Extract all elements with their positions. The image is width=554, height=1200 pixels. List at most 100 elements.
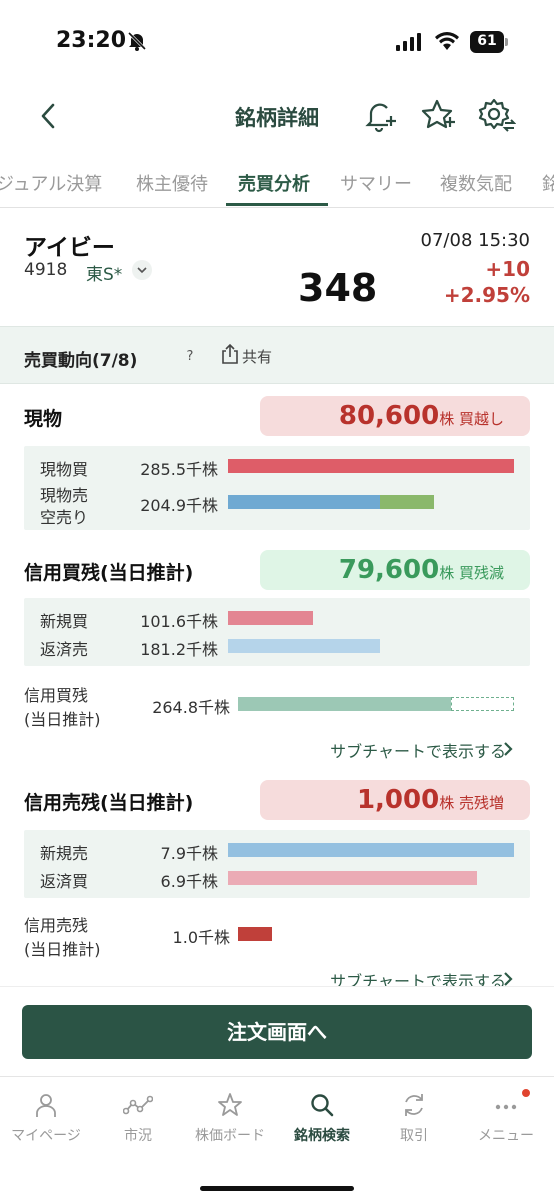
more-icon: [495, 1104, 517, 1110]
repay-sell-value: 181.2千株: [140, 640, 218, 659]
new-buy-value: 101.6千株: [140, 612, 218, 631]
margin-buy-section-title: 信用買残(当日推計): [24, 562, 194, 584]
margin-buy-rows: 新規買 101.6千株 返済売 181.2千株: [24, 598, 530, 666]
margin-sell-total-bar: [238, 927, 272, 941]
tab-trading-analysis[interactable]: 売買分析: [238, 170, 310, 196]
spot-net-badge: 80,600株 買越し: [260, 396, 530, 436]
new-sell-bar: [228, 843, 514, 857]
battery-icon: 61: [470, 31, 508, 53]
nav-label: 株価ボード: [195, 1128, 265, 1144]
margin-buy-net-value: 79,600: [338, 555, 440, 585]
new-sell-value: 7.9千株: [160, 844, 218, 863]
margin-buy-total-sublabel: (当日推計): [24, 710, 101, 729]
nav-trade[interactable]: 取引: [368, 1091, 460, 1151]
nav-stock-board[interactable]: 株価ボード: [184, 1091, 276, 1151]
signal-icon: [396, 33, 421, 51]
stock-price: 348: [298, 266, 378, 310]
repay-sell-bar: [228, 639, 380, 653]
battery-level: 61: [477, 33, 497, 49]
margin-sell-total-sublabel: (当日推計): [24, 940, 101, 959]
refresh-icon: [405, 1094, 423, 1116]
margin-sell-badge: 1,000株 売残増: [260, 780, 530, 820]
spot-sell-bar: [228, 495, 380, 509]
spot-sell-label: 現物売: [40, 486, 89, 505]
spot-buy-label: 現物買: [40, 460, 89, 479]
stock-code: 4918: [24, 260, 68, 280]
spot-net-value: 80,600: [338, 401, 440, 431]
tab-shareholder-benefits[interactable]: 株主優待: [136, 170, 208, 196]
repay-buy-label: 返済買: [40, 872, 89, 891]
repay-sell-label: 返済売: [40, 640, 89, 659]
status-bar: 23:20 61: [0, 0, 554, 84]
market-selector[interactable]: 東S*: [86, 260, 122, 285]
status-time: 23:20: [56, 28, 127, 53]
margin-sell-total-value: 1.0千株: [172, 928, 230, 947]
margin-sell-net-unit: 株 売残増: [439, 794, 504, 812]
gear-sync-icon[interactable]: [478, 96, 516, 134]
new-buy-label: 新規買: [40, 612, 89, 631]
nav-label: メニュー: [478, 1128, 534, 1144]
search-icon: [311, 1094, 334, 1117]
active-tab-indicator: [226, 203, 328, 206]
order-screen-button[interactable]: 注文画面へ: [22, 1005, 532, 1059]
wifi-icon: [435, 32, 459, 50]
price-change-percent: +2.95%: [443, 283, 530, 307]
nav-menu[interactable]: メニュー: [460, 1089, 552, 1151]
margin-sell-section-title: 信用売残(当日推計): [24, 792, 194, 814]
bell-muted-icon: [127, 31, 147, 51]
margin-sell-total-label: 信用売残: [24, 916, 89, 935]
line-chart-icon: [123, 1095, 153, 1115]
stock-name: アイビー: [24, 235, 115, 261]
trend-title: 売買動向(7/8): [24, 351, 138, 371]
spot-rows: 現物買 285.5千株 現物売 空売り 204.9千株: [24, 446, 530, 530]
order-area: 注文画面へ: [0, 986, 554, 1076]
margin-buy-badge: 79,600株 買残減: [260, 550, 530, 590]
app-header: 銘柄詳細: [0, 84, 554, 150]
nav-mypage[interactable]: マイページ: [0, 1091, 92, 1151]
short-sell-label: 空売り: [40, 508, 89, 527]
tab-bar: ジュアル決算 株主優待 売買分析 サマリー 複数気配 銘: [0, 160, 554, 208]
price-timestamp: 07/08 15:30: [420, 230, 530, 251]
margin-buy-decrease-bar: [451, 697, 514, 711]
star-icon: [218, 1093, 242, 1116]
price-change: +10: [485, 257, 530, 281]
margin-buy-subchart-link[interactable]: サブチャートで表示する: [330, 738, 506, 762]
margin-buy-total-value: 264.8千株: [152, 698, 230, 717]
help-icon[interactable]: ?: [180, 347, 200, 367]
nav-market[interactable]: 市況: [92, 1091, 184, 1151]
home-indicator: [200, 1186, 354, 1191]
new-buy-bar: [228, 611, 313, 625]
tab-next[interactable]: 銘: [542, 170, 554, 196]
spot-buy-bar: [228, 459, 514, 473]
repay-buy-bar: [228, 871, 477, 885]
chevron-right-icon[interactable]: [502, 741, 514, 757]
spot-net-unit: 株 買越し: [439, 410, 504, 428]
nav-label: 取引: [400, 1128, 428, 1144]
margin-sell-rows: 新規売 7.9千株 返済買 6.9千株: [24, 830, 530, 898]
bottom-navigation: マイページ 市況 株価ボード 銘柄検索 取引 メニュー: [0, 1076, 554, 1200]
share-label: 共有: [242, 348, 273, 366]
chevron-right-icon[interactable]: [502, 971, 514, 987]
margin-buy-net-unit: 株 買残減: [439, 564, 504, 582]
tab-multiple-quotes[interactable]: 複数気配: [440, 170, 512, 196]
trend-header: 売買動向(7/8) ? 共有: [0, 326, 554, 384]
repay-buy-value: 6.9千株: [160, 872, 218, 891]
nav-label: 銘柄検索: [294, 1128, 350, 1144]
tab-summary[interactable]: サマリー: [340, 170, 412, 196]
chevron-down-icon[interactable]: [132, 260, 152, 280]
nav-label: 市況: [124, 1128, 152, 1144]
margin-buy-total-bar: [238, 697, 451, 711]
star-plus-icon[interactable]: [420, 96, 458, 134]
nav-stock-search[interactable]: 銘柄検索: [276, 1091, 368, 1151]
bell-plus-icon[interactable]: [362, 96, 400, 134]
person-icon: [36, 1094, 56, 1117]
margin-buy-total-label: 信用買残: [24, 686, 89, 705]
spot-sell-value: 204.9千株: [140, 496, 218, 515]
notification-dot: [522, 1089, 530, 1097]
margin-sell-net-value: 1,000: [356, 785, 440, 815]
page-title: 銘柄詳細: [235, 106, 319, 130]
spot-buy-value: 285.5千株: [140, 460, 218, 479]
short-sell-bar: [380, 495, 434, 509]
tab-visual-results[interactable]: ジュアル決算: [0, 170, 102, 196]
nav-label: マイページ: [11, 1128, 81, 1144]
